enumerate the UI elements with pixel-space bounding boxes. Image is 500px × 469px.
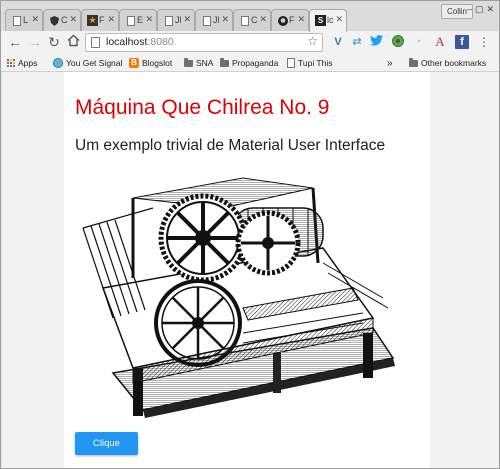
globe-icon <box>53 58 63 68</box>
star-logo-icon: ★ <box>87 15 98 26</box>
bookmark-star-icon[interactable]: ☆ <box>307 34 318 48</box>
bookmark-folder-sna[interactable]: SNA <box>184 57 213 69</box>
tab-title: F <box>99 15 105 25</box>
bookmark-you-get-signal[interactable]: You Get Signal <box>53 57 122 69</box>
page-subtitle: Um exemplo trivial de Material User Inte… <box>75 137 386 154</box>
page-icon <box>287 58 295 68</box>
home-icon[interactable] <box>65 34 81 50</box>
close-tab-icon[interactable]: ✕ <box>259 14 267 25</box>
tab-6[interactable]: Jl ✕ <box>195 9 233 31</box>
bookmark-blogslot[interactable]: B Blogslot <box>129 57 172 69</box>
tab-4[interactable]: E ✕ <box>119 9 157 31</box>
bookmark-label: Blogslot <box>142 58 173 68</box>
printing-press-image <box>82 177 395 418</box>
menu-icon[interactable]: ⋮ <box>477 35 491 49</box>
bookmarks-bar: Apps You Get Signal B Blogslot SNA Propa… <box>1 55 499 72</box>
close-tab-icon[interactable]: ✕ <box>107 14 115 25</box>
close-tab-icon[interactable]: ✕ <box>297 14 305 25</box>
page-info-icon[interactable] <box>91 37 100 48</box>
bookmark-label: Propaganda <box>232 58 279 68</box>
bookmark-label: Tupi This <box>298 58 333 68</box>
reload-icon[interactable]: ↻ <box>46 34 62 50</box>
window-controls[interactable]: –▢✕ <box>467 4 497 15</box>
page-icon <box>201 15 212 26</box>
other-bookmarks[interactable]: Other bookmarks <box>409 57 486 69</box>
bookmark-folder-propaganda[interactable]: Propaganda <box>220 57 278 69</box>
browser-window: L ✕ C ✕ ★ F ✕ E ✕ Jl ✕ Jl ✕ C ✕ F ✕ S lc… <box>0 0 500 469</box>
page-icon <box>125 15 136 26</box>
faded-extension-icon[interactable]: ◔ <box>411 35 425 49</box>
apps-icon <box>7 59 15 67</box>
page-card: Máquina Que Chilrea No. 9 Um exemplo tri… <box>64 72 430 468</box>
globe-extension-icon[interactable] <box>391 35 405 49</box>
folder-icon <box>184 57 193 67</box>
close-tab-icon[interactable]: ✕ <box>335 14 343 25</box>
forward-arrow-icon[interactable]: → <box>27 34 43 50</box>
tab-1[interactable]: L ✕ <box>5 9 43 31</box>
github-icon <box>277 15 288 26</box>
tab-8[interactable]: F ✕ <box>271 9 309 31</box>
page-icon <box>11 15 22 26</box>
facebook-icon[interactable]: f <box>455 35 469 49</box>
v-extension-icon[interactable]: V <box>331 35 345 49</box>
url-text: localhost:8080 <box>106 36 174 48</box>
tab-title: C <box>251 15 258 25</box>
more-bookmarks-chevron[interactable]: » <box>387 57 393 69</box>
bookmark-label: You Get Signal <box>66 58 123 68</box>
folder-icon <box>409 57 418 67</box>
tab-title: C <box>61 15 68 25</box>
back-arrow-icon[interactable]: ← <box>7 34 23 50</box>
tab-2[interactable]: C ✕ <box>43 9 81 31</box>
toolbar: ← → ↻ localhost:8080 ☆ V ⇄ ◔ A f ⋮ <box>1 31 499 55</box>
font-a-icon[interactable]: A <box>433 35 447 49</box>
s-logo-icon: S <box>315 15 326 26</box>
address-bar[interactable]: localhost:8080 ☆ <box>85 33 323 52</box>
page-title: Máquina Que Chilrea No. 9 <box>75 96 330 119</box>
tab-title: lc <box>327 15 334 25</box>
tab-title: Jl <box>213 15 220 25</box>
close-tab-icon[interactable]: ✕ <box>183 14 191 25</box>
tab-5[interactable]: Jl ✕ <box>157 9 195 31</box>
bookmark-label: Other bookmarks <box>421 58 487 68</box>
blogger-icon: B <box>129 58 139 68</box>
tab-strip: L ✕ C ✕ ★ F ✕ E ✕ Jl ✕ Jl ✕ C ✕ F ✕ S lc… <box>1 1 499 32</box>
twitter-icon[interactable] <box>369 35 383 49</box>
tab-title: E <box>137 15 144 25</box>
bookmark-label: Apps <box>18 58 38 68</box>
close-tab-icon[interactable]: ✕ <box>31 14 39 25</box>
shield-icon <box>49 15 60 26</box>
tab-7[interactable]: C ✕ <box>233 9 271 31</box>
page-icon <box>163 15 174 26</box>
bookmark-tupi-this[interactable]: Tupi This <box>287 57 333 69</box>
sync-extension-icon[interactable]: ⇄ <box>350 35 364 49</box>
bookmark-apps[interactable]: Apps <box>7 57 37 69</box>
folder-icon <box>220 57 229 67</box>
close-tab-icon[interactable]: ✕ <box>145 14 153 25</box>
page-icon <box>239 15 250 26</box>
clique-button[interactable]: Clique <box>75 432 138 455</box>
tab-title: Jl <box>175 15 182 25</box>
close-tab-icon[interactable]: ✕ <box>221 14 229 25</box>
bookmark-label: SNA <box>196 58 214 68</box>
close-tab-icon[interactable]: ✕ <box>69 14 77 25</box>
tab-title: F <box>289 15 295 25</box>
tab-9-active[interactable]: S lc ✕ <box>309 9 347 32</box>
page-viewport: Máquina Que Chilrea No. 9 Um exemplo tri… <box>2 72 499 468</box>
tab-3[interactable]: ★ F ✕ <box>81 9 119 31</box>
tab-title: L <box>23 15 29 25</box>
